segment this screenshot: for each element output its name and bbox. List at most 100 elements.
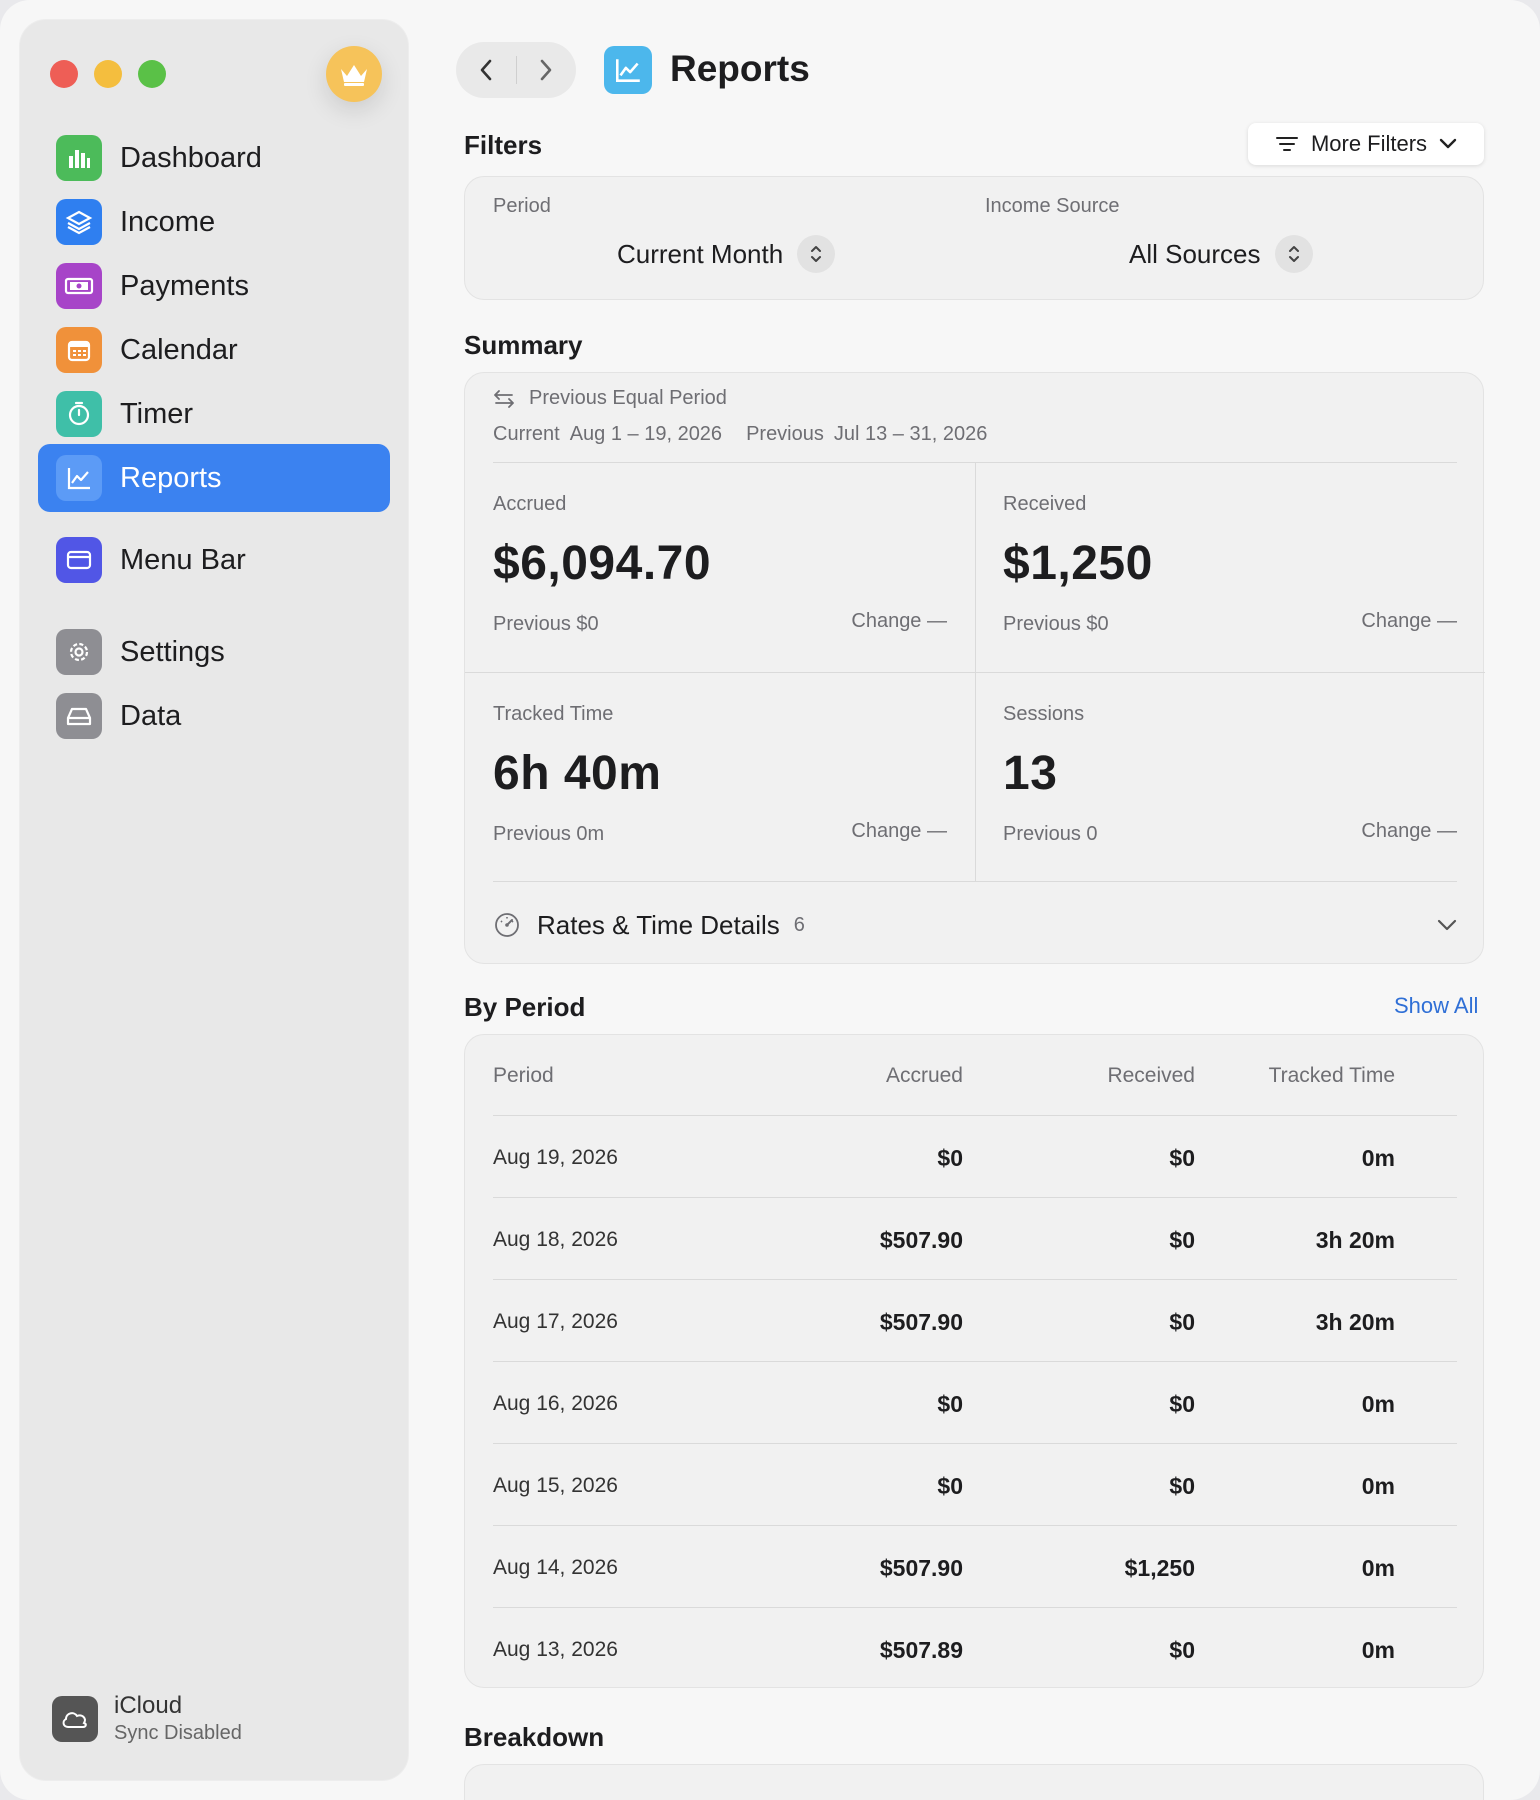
previous-range: Jul 13 – 31, 2026	[833, 423, 988, 445]
forward-button[interactable]	[517, 42, 577, 98]
sessions-metric: Sessions 13 Previous 0 Change —	[1003, 703, 1457, 845]
sidebar-item-label: Payments	[120, 269, 249, 302]
chart-line-icon	[56, 455, 102, 501]
filters-card: Period Current Month Income Source All S…	[464, 176, 1484, 300]
icloud-status[interactable]: iCloud Sync Disabled	[52, 1692, 242, 1745]
chart-bar-icon	[56, 135, 102, 181]
cell-tracked-time: 0m	[1361, 1390, 1395, 1417]
sidebar-item-payments[interactable]: Payments	[38, 252, 390, 320]
rates-time-details-count: 6	[793, 913, 805, 936]
divider	[493, 1607, 1457, 1608]
show-all-link[interactable]: Show All	[1394, 993, 1478, 1019]
navigation-buttons	[456, 42, 576, 98]
more-filters-button[interactable]: More Filters	[1248, 123, 1484, 165]
sidebar-item-label: Dashboard	[120, 141, 262, 174]
breakdown-heading: Breakdown	[464, 1722, 605, 1752]
metric-value: $6,094.70	[493, 537, 712, 590]
sidebar-item-reports[interactable]: Reports	[38, 444, 390, 512]
sidebar-item-data[interactable]: Data	[38, 682, 390, 750]
current-label: Current	[493, 423, 560, 445]
rates-time-details-label: Rates & Time Details	[537, 909, 780, 940]
minimize-window-button[interactable]	[94, 60, 122, 88]
sidebar-item-label: Data	[120, 699, 182, 732]
column-header-tracked-time[interactable]: Tracked Time	[1195, 1064, 1395, 1088]
column-header-accrued[interactable]: Accrued	[833, 1064, 963, 1088]
window-icon	[56, 537, 102, 583]
cloud-icon	[52, 1695, 98, 1742]
icloud-title: iCloud	[114, 1692, 183, 1719]
metric-label: Sessions	[1003, 703, 1085, 725]
income-source-value: All Sources	[1129, 238, 1261, 269]
up-down-chevron-icon	[1274, 235, 1313, 273]
cell-received: $0	[1169, 1226, 1195, 1253]
divider	[493, 1361, 1457, 1362]
cell-accrued: $507.90	[879, 1554, 963, 1581]
chevron-left-icon	[480, 59, 492, 81]
cell-accrued: $507.90	[879, 1226, 963, 1253]
divider	[493, 1443, 1457, 1444]
back-button[interactable]	[456, 42, 516, 98]
cell-period: Aug 15, 2026	[493, 1474, 618, 1497]
table-row[interactable]: Aug 17, 2026 $507.90 $0 3h 20m	[493, 1281, 1457, 1363]
cell-period: Aug 17, 2026	[493, 1310, 618, 1333]
sidebar-item-income[interactable]: Income	[38, 188, 390, 256]
sidebar-item-calendar[interactable]: Calendar	[38, 316, 390, 384]
date-ranges: Current Aug 1 – 19, 2026 Previous Jul 13…	[493, 423, 987, 446]
calendar-icon	[56, 327, 102, 373]
by-period-heading: By Period	[464, 992, 586, 1022]
sidebar-item-label: Calendar	[120, 333, 238, 366]
metric-change: Change —	[851, 820, 947, 842]
cell-tracked-time: 0m	[1361, 1636, 1395, 1663]
breakdown-card	[464, 1764, 1484, 1800]
gauge-icon	[495, 913, 519, 937]
metric-value: 13	[1003, 747, 1058, 800]
period-picker[interactable]: Current Month	[617, 235, 836, 273]
cell-tracked-time: 3h 20m	[1315, 1308, 1395, 1335]
accrued-metric: Accrued $6,094.70 Previous $0 Change —	[493, 493, 947, 635]
comparison-row: Previous Equal Period	[493, 387, 727, 410]
window-controls	[50, 60, 166, 88]
premium-crown-button[interactable]	[326, 46, 382, 102]
cell-received: $0	[1169, 1472, 1195, 1499]
sidebar-item-settings[interactable]: Settings	[38, 618, 390, 686]
cell-tracked-time: 0m	[1361, 1144, 1395, 1171]
table-row[interactable]: Aug 15, 2026 $0 $0 0m	[493, 1445, 1457, 1527]
cell-period: Aug 16, 2026	[493, 1392, 618, 1415]
sidebar-item-dashboard[interactable]: Dashboard	[38, 124, 390, 192]
divider	[493, 1115, 1457, 1116]
by-period-table: Period Accrued Received Tracked Time Aug…	[464, 1034, 1484, 1688]
sidebar-item-label: Settings	[120, 635, 225, 668]
sidebar-item-label: Income	[120, 205, 216, 238]
table-row[interactable]: Aug 13, 2026 $507.89 $0 0m	[493, 1609, 1457, 1691]
metric-label: Accrued	[493, 493, 567, 515]
banknote-icon	[56, 263, 102, 309]
stack-icon	[56, 199, 102, 245]
crown-icon	[341, 65, 367, 86]
tracked-time-metric: Tracked Time 6h 40m Previous 0m Change —	[493, 703, 947, 845]
table-header: Period Accrued Received Tracked Time	[493, 1035, 1457, 1117]
metric-change: Change —	[1361, 610, 1457, 632]
table-row[interactable]: Aug 14, 2026 $507.90 $1,250 0m	[493, 1527, 1457, 1609]
more-filters-label: More Filters	[1310, 131, 1428, 156]
cell-tracked-time: 0m	[1361, 1472, 1395, 1499]
cell-period: Aug 13, 2026	[493, 1638, 618, 1661]
rates-time-details-disclosure[interactable]: Rates & Time Details 6	[493, 905, 1457, 945]
sidebar-item-timer[interactable]: Timer	[38, 380, 390, 448]
table-row[interactable]: Aug 19, 2026 $0 $0 0m	[493, 1117, 1457, 1199]
cell-received: $1,250	[1124, 1554, 1195, 1581]
table-row[interactable]: Aug 18, 2026 $507.90 $0 3h 20m	[493, 1199, 1457, 1281]
column-header-received[interactable]: Received	[963, 1064, 1195, 1088]
income-source-picker[interactable]: All Sources	[1129, 235, 1313, 273]
close-window-button[interactable]	[50, 60, 78, 88]
zoom-window-button[interactable]	[138, 60, 166, 88]
metric-change: Change —	[1361, 820, 1457, 842]
cell-received: $0	[1169, 1144, 1195, 1171]
divider	[493, 1197, 1457, 1198]
table-row[interactable]: Aug 16, 2026 $0 $0 0m	[493, 1363, 1457, 1445]
column-header-period[interactable]: Period	[493, 1064, 833, 1088]
chart-line-icon	[616, 59, 640, 82]
sidebar-item-menu-bar[interactable]: Menu Bar	[38, 526, 390, 594]
summary-card: Previous Equal Period Current Aug 1 – 19…	[464, 372, 1485, 964]
cell-tracked-time: 0m	[1361, 1554, 1395, 1581]
current-range: Aug 1 – 19, 2026	[569, 423, 723, 445]
